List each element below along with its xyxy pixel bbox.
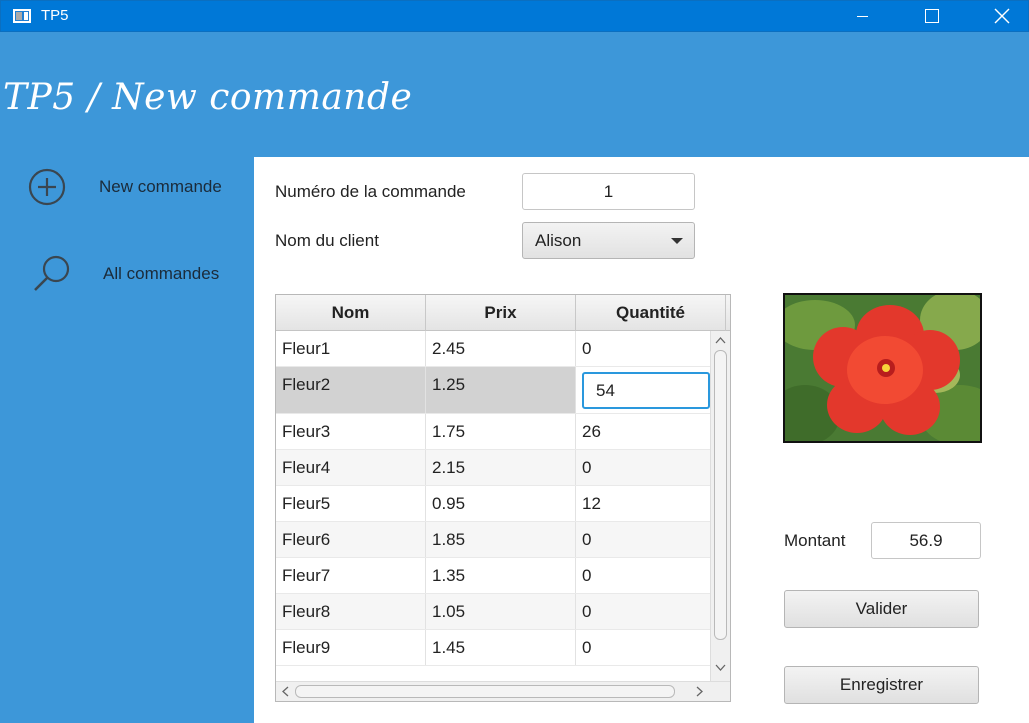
table-body: Fleur1 2.45 0 Fleur2 1.25 54 Fleur3 1.75… — [276, 331, 710, 681]
cell-nom: Fleur2 — [276, 367, 426, 413]
client-label: Nom du client — [275, 231, 379, 250]
app-header: TP5 / New commande — [0, 32, 1029, 157]
horizontal-scroll-thumb[interactable] — [295, 685, 675, 698]
flower-image — [783, 293, 982, 443]
close-button[interactable] — [979, 1, 1025, 32]
enregistrer-button[interactable]: Enregistrer — [784, 666, 979, 704]
chevron-down-icon — [671, 238, 683, 244]
maximize-button[interactable] — [908, 1, 954, 32]
client-select[interactable]: Alison — [522, 222, 695, 259]
minimize-button[interactable] — [839, 1, 885, 32]
scroll-down-icon[interactable] — [715, 664, 726, 672]
cell-prix: 1.35 — [426, 558, 576, 593]
cell-prix: 1.05 — [426, 594, 576, 629]
cell-quantite[interactable]: 0 — [576, 522, 710, 557]
column-header-quantite[interactable]: Quantité — [576, 295, 726, 331]
scroll-up-icon[interactable] — [715, 336, 726, 344]
cell-quantite: 54 — [576, 367, 710, 413]
window-titlebar: TP5 — [0, 0, 1029, 32]
cell-prix: 0.95 — [426, 486, 576, 521]
hibiscus-flower-picture — [785, 295, 980, 441]
cell-nom: Fleur6 — [276, 522, 426, 557]
cell-quantite[interactable]: 0 — [576, 450, 710, 485]
table-row[interactable]: Fleur1 2.45 0 — [276, 331, 710, 367]
products-table: Nom Prix Quantité Fleur1 2.45 0 Fleur2 1… — [275, 294, 731, 702]
table-row[interactable]: Fleur8 1.05 0 — [276, 594, 710, 630]
sidebar-item-new-commande[interactable]: New commande — [0, 157, 254, 217]
app-window-icon — [13, 9, 31, 23]
horizontal-scrollbar[interactable] — [276, 681, 730, 701]
cell-nom: Fleur1 — [276, 331, 426, 366]
client-select-value: Alison — [535, 231, 582, 250]
plus-circle-icon — [28, 168, 66, 206]
close-icon — [994, 8, 1010, 24]
cell-prix: 1.75 — [426, 414, 576, 449]
column-header-prix[interactable]: Prix — [426, 295, 576, 331]
table-row[interactable]: Fleur6 1.85 0 — [276, 522, 710, 558]
cell-nom: Fleur7 — [276, 558, 426, 593]
cell-prix: 1.85 — [426, 522, 576, 557]
cell-nom: Fleur3 — [276, 414, 426, 449]
cell-nom: Fleur8 — [276, 594, 426, 629]
cell-quantite[interactable]: 0 — [576, 558, 710, 593]
quantite-edit-field[interactable]: 54 — [582, 372, 710, 409]
cell-prix: 1.25 — [426, 367, 576, 413]
cell-nom: Fleur9 — [276, 630, 426, 665]
cell-quantite[interactable]: 0 — [576, 630, 710, 665]
table-row[interactable]: Fleur9 1.45 0 — [276, 630, 710, 666]
table-row[interactable]: Fleur7 1.35 0 — [276, 558, 710, 594]
table-row[interactable]: Fleur5 0.95 12 — [276, 486, 710, 522]
cell-prix: 1.45 — [426, 630, 576, 665]
scroll-right-icon[interactable] — [696, 686, 704, 697]
scroll-left-icon[interactable] — [281, 686, 289, 697]
sidebar-item-label: New commande — [99, 177, 222, 196]
window-title: TP5 — [41, 7, 69, 24]
cell-prix: 2.45 — [426, 331, 576, 366]
cell-quantite[interactable]: 0 — [576, 331, 710, 366]
vertical-scrollbar[interactable] — [710, 331, 730, 681]
montant-field[interactable]: 56.9 — [871, 522, 981, 559]
sidebar: New commande All commandes — [0, 157, 254, 723]
table-row[interactable]: Fleur4 2.15 0 — [276, 450, 710, 486]
table-row-selected[interactable]: Fleur2 1.25 54 — [276, 367, 710, 414]
cell-nom: Fleur4 — [276, 450, 426, 485]
table-row[interactable]: Fleur3 1.75 26 — [276, 414, 710, 450]
column-header-nom[interactable]: Nom — [276, 295, 426, 331]
main-panel: Numéro de la commande 1 Nom du client Al… — [254, 157, 1029, 723]
vertical-scroll-thumb[interactable] — [714, 350, 727, 640]
search-icon — [34, 255, 70, 291]
cell-quantite[interactable]: 12 — [576, 486, 710, 521]
cell-nom: Fleur5 — [276, 486, 426, 521]
numero-commande-field[interactable]: 1 — [522, 173, 695, 210]
sidebar-item-all-commandes[interactable]: All commandes — [0, 245, 254, 305]
cell-quantite[interactable]: 26 — [576, 414, 710, 449]
cell-quantite[interactable]: 0 — [576, 594, 710, 629]
montant-label: Montant — [784, 531, 846, 550]
valider-button[interactable]: Valider — [784, 590, 979, 628]
sidebar-item-label: All commandes — [103, 264, 220, 283]
table-header: Nom Prix Quantité — [276, 295, 730, 331]
page-title: TP5 / New commande — [3, 77, 413, 118]
cell-prix: 2.15 — [426, 450, 576, 485]
numero-label: Numéro de la commande — [275, 182, 466, 201]
